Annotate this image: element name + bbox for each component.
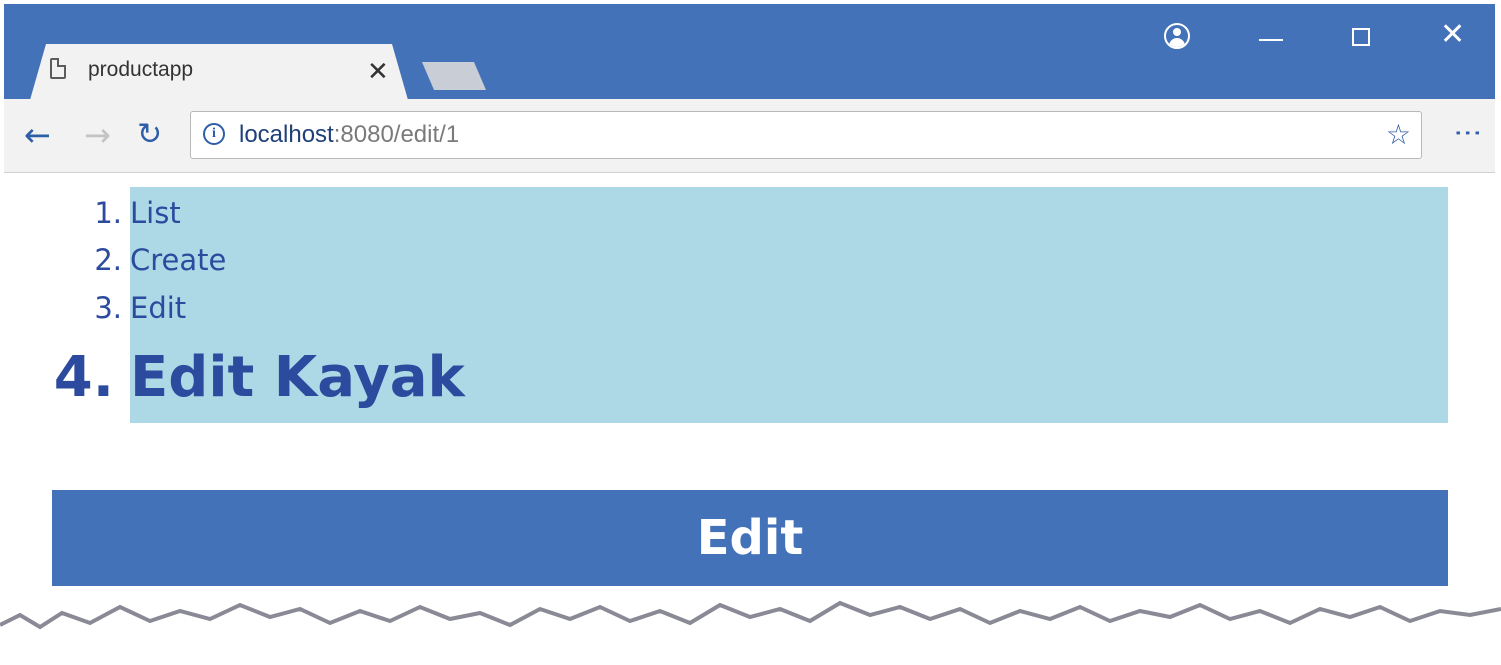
info-icon[interactable]: i (203, 123, 225, 145)
maximize-icon[interactable] (1352, 28, 1370, 46)
browser-toolbar: ← → ↻ i localhost:8080/edit/1 ☆ ⋮ (4, 99, 1495, 173)
heading-number: 4. (53, 345, 114, 410)
list-item-number: 1. (94, 196, 122, 230)
document-icon (50, 58, 66, 79)
profile-icon[interactable] (1164, 23, 1190, 49)
title-bar: productapp ✕ ✕ (4, 4, 1495, 100)
list-item-create: Create (130, 243, 227, 277)
tab-title: productapp (88, 58, 194, 81)
list-item-edit: Edit (130, 291, 187, 325)
forward-icon[interactable]: → (84, 117, 111, 153)
browser-window: productapp ✕ ✕ ← → ↻ i localhost:8080/ed… (4, 4, 1495, 644)
list-item-number: 3. (94, 291, 122, 325)
list-item-list: List (130, 196, 181, 230)
close-window-icon[interactable]: ✕ (1440, 20, 1465, 50)
menu-icon[interactable]: ⋮ (1452, 119, 1485, 147)
url-text[interactable]: localhost:8080/edit/1 (239, 121, 459, 149)
edit-banner: Edit (52, 490, 1448, 586)
page-content: 1. List 2. Create 3. Edit 4. Edit Kayak … (4, 173, 1495, 644)
torn-edge (0, 600, 1501, 665)
close-icon[interactable]: ✕ (367, 52, 389, 92)
reload-icon[interactable]: ↻ (137, 117, 162, 153)
minimize-icon[interactable] (1259, 39, 1283, 41)
star-icon[interactable]: ☆ (1386, 118, 1411, 152)
back-icon[interactable]: ← (24, 117, 51, 153)
list-item-number: 2. (94, 243, 122, 277)
address-bar[interactable]: i localhost:8080/edit/1 ☆ (190, 111, 1422, 159)
page-title: Edit Kayak (130, 345, 465, 410)
tab-productapp[interactable]: productapp ✕ (30, 44, 408, 100)
new-tab-button[interactable] (422, 62, 486, 90)
